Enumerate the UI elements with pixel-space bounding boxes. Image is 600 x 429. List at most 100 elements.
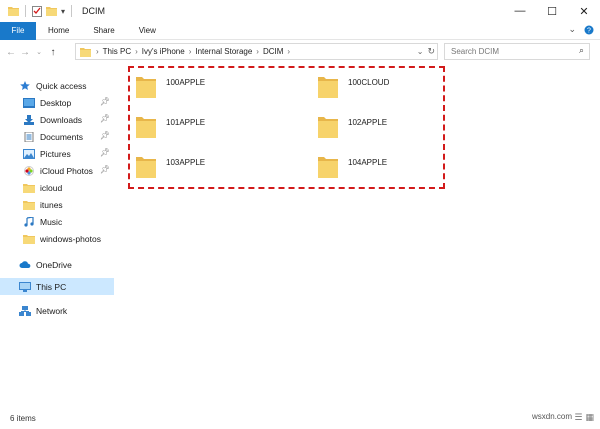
navigation-pane: Quick access Desktop 📌︎ Downloads 📌︎ Doc…	[0, 72, 118, 402]
refresh-icon[interactable]: ↻	[427, 46, 435, 57]
sidebar-item-label: Documents	[40, 131, 83, 142]
up-arrow-icon[interactable]: ↑	[46, 43, 60, 61]
sidebar-item-label: itunes	[40, 199, 63, 210]
folder-icon	[136, 117, 156, 138]
navigation-row: ← → ⌄ ↑ › This PC › Ivy's iPhone › Inter…	[0, 41, 600, 63]
folder-item[interactable]: 104APPLE	[318, 148, 458, 178]
breadcrumb-iphone[interactable]: Ivy's iPhone	[139, 47, 188, 56]
pin-icon[interactable]: 📌︎	[100, 148, 110, 157]
sidebar-item-icloud-photos[interactable]: iCloud Photos 📌︎	[0, 162, 114, 179]
folder-item[interactable]: 100CLOUD	[318, 68, 458, 98]
address-bar[interactable]: › This PC › Ivy's iPhone › Internal Stor…	[75, 43, 438, 60]
breadcrumb-internal-storage[interactable]: Internal Storage	[192, 47, 255, 56]
watermark-text: wsxdn.com	[531, 412, 572, 421]
sidebar-item-windows-photos[interactable]: windows-photos	[0, 230, 114, 247]
tab-home[interactable]: Home	[36, 22, 81, 40]
folder-name: 100APPLE	[166, 78, 206, 87]
back-arrow-icon[interactable]: ←	[4, 43, 18, 61]
sidebar-item-label: Desktop	[40, 97, 72, 108]
documents-icon	[24, 131, 34, 142]
new-folder-icon[interactable]	[46, 6, 57, 16]
window-title: DCIM	[82, 6, 106, 16]
divider	[25, 5, 26, 17]
sidebar-item-label: windows-photos	[40, 233, 101, 244]
folder-item[interactable]: 101APPLE	[136, 108, 276, 138]
folder-item[interactable]: 100APPLE	[136, 68, 276, 98]
downloads-icon	[24, 114, 34, 125]
tab-file[interactable]: File	[0, 21, 36, 40]
folder-name: 100CLOUD	[348, 78, 390, 87]
icloud-photos-icon	[24, 165, 34, 176]
view-toggle-group: ☰ ▦	[574, 412, 594, 423]
folder-icon	[318, 77, 338, 98]
desktop-icon	[23, 97, 35, 108]
folder-name: 101APPLE	[166, 118, 206, 127]
help-icon[interactable]: ?	[584, 25, 594, 35]
ribbon-right-controls: ⌄ ?	[568, 24, 594, 35]
pin-icon[interactable]: 📌︎	[100, 131, 110, 140]
customize-qa-chevron-icon[interactable]: ▾	[61, 7, 65, 16]
breadcrumb-separator-icon[interactable]: ›	[286, 47, 291, 56]
forward-arrow-icon[interactable]: →	[18, 43, 32, 61]
music-icon	[24, 216, 34, 227]
sidebar-item-label: Pictures	[40, 148, 71, 159]
maximize-button[interactable]: ☐	[536, 0, 568, 22]
folder-name: 104APPLE	[348, 158, 388, 167]
minimize-button[interactable]: —	[504, 0, 536, 22]
tab-share[interactable]: Share	[81, 22, 126, 40]
svg-text:?: ?	[587, 27, 591, 34]
star-icon	[20, 80, 30, 90]
close-button[interactable]: ✕	[568, 0, 600, 22]
chevron-down-icon[interactable]: ⌄	[568, 24, 576, 35]
sidebar-item-documents[interactable]: Documents 📌︎	[0, 128, 114, 145]
breadcrumb-dcim[interactable]: DCIM	[260, 47, 286, 56]
folder-name: 103APPLE	[166, 158, 206, 167]
sidebar-item-pictures[interactable]: Pictures 📌︎	[0, 145, 114, 162]
sidebar-item-label: OneDrive	[36, 259, 72, 270]
pin-icon[interactable]: 📌︎	[100, 165, 110, 174]
tab-view[interactable]: View	[127, 22, 168, 40]
sidebar-item-label: Quick access	[36, 80, 87, 91]
sidebar-item-onedrive[interactable]: OneDrive	[0, 256, 114, 273]
pictures-icon	[23, 148, 35, 159]
folder-icon	[136, 77, 156, 98]
window-controls: — ☐ ✕	[504, 0, 600, 22]
cloud-icon	[19, 260, 31, 268]
sidebar-item-network[interactable]: Network	[0, 302, 114, 319]
folder-item[interactable]: 103APPLE	[136, 148, 276, 178]
properties-icon[interactable]	[32, 5, 42, 17]
folder-icon	[8, 7, 19, 16]
sidebar-item-music[interactable]: Music	[0, 213, 114, 230]
folder-icon	[23, 200, 35, 210]
search-icon[interactable]: ⌕	[579, 45, 584, 56]
search-input[interactable]: Search DCIM ⌕	[444, 43, 590, 60]
folder-icon	[318, 117, 338, 138]
sidebar-item-this-pc[interactable]: This PC	[0, 278, 114, 295]
sidebar-item-quick-access[interactable]: Quick access	[0, 77, 114, 94]
folder-icon	[80, 47, 91, 57]
sidebar-item-icloud[interactable]: icloud	[0, 179, 114, 196]
quick-access-toolbar: ▾	[0, 0, 74, 22]
address-dropdown-chevron-icon[interactable]: ⌄	[417, 47, 424, 56]
folder-item[interactable]: 102APPLE	[318, 108, 458, 138]
pin-icon[interactable]: 📌︎	[100, 97, 110, 106]
folder-name: 102APPLE	[348, 118, 388, 127]
ribbon-tabs: File Home Share View ⌄ ?	[0, 21, 600, 40]
address-bar-tail: ⌄ ↻	[417, 44, 435, 59]
sidebar-item-label: icloud	[40, 182, 63, 193]
sidebar-item-downloads[interactable]: Downloads 📌︎	[0, 111, 114, 128]
folder-icon	[23, 234, 35, 244]
sidebar-item-desktop[interactable]: Desktop 📌︎	[0, 94, 114, 111]
folder-icon	[136, 157, 156, 178]
search-placeholder: Search DCIM	[451, 47, 500, 56]
sidebar-item-label: Network	[36, 305, 68, 316]
sidebar-item-label: iCloud Photos	[40, 165, 93, 176]
large-icons-view-icon[interactable]: ▦	[585, 412, 594, 423]
pin-icon[interactable]: 📌︎	[100, 114, 110, 123]
details-view-icon[interactable]: ☰	[574, 412, 582, 423]
breadcrumb-this-pc[interactable]: This PC	[100, 47, 134, 56]
recent-locations-chevron-icon[interactable]: ⌄	[32, 43, 46, 61]
network-icon	[19, 305, 31, 316]
sidebar-item-itunes[interactable]: itunes	[0, 196, 114, 213]
computer-icon	[19, 281, 31, 292]
